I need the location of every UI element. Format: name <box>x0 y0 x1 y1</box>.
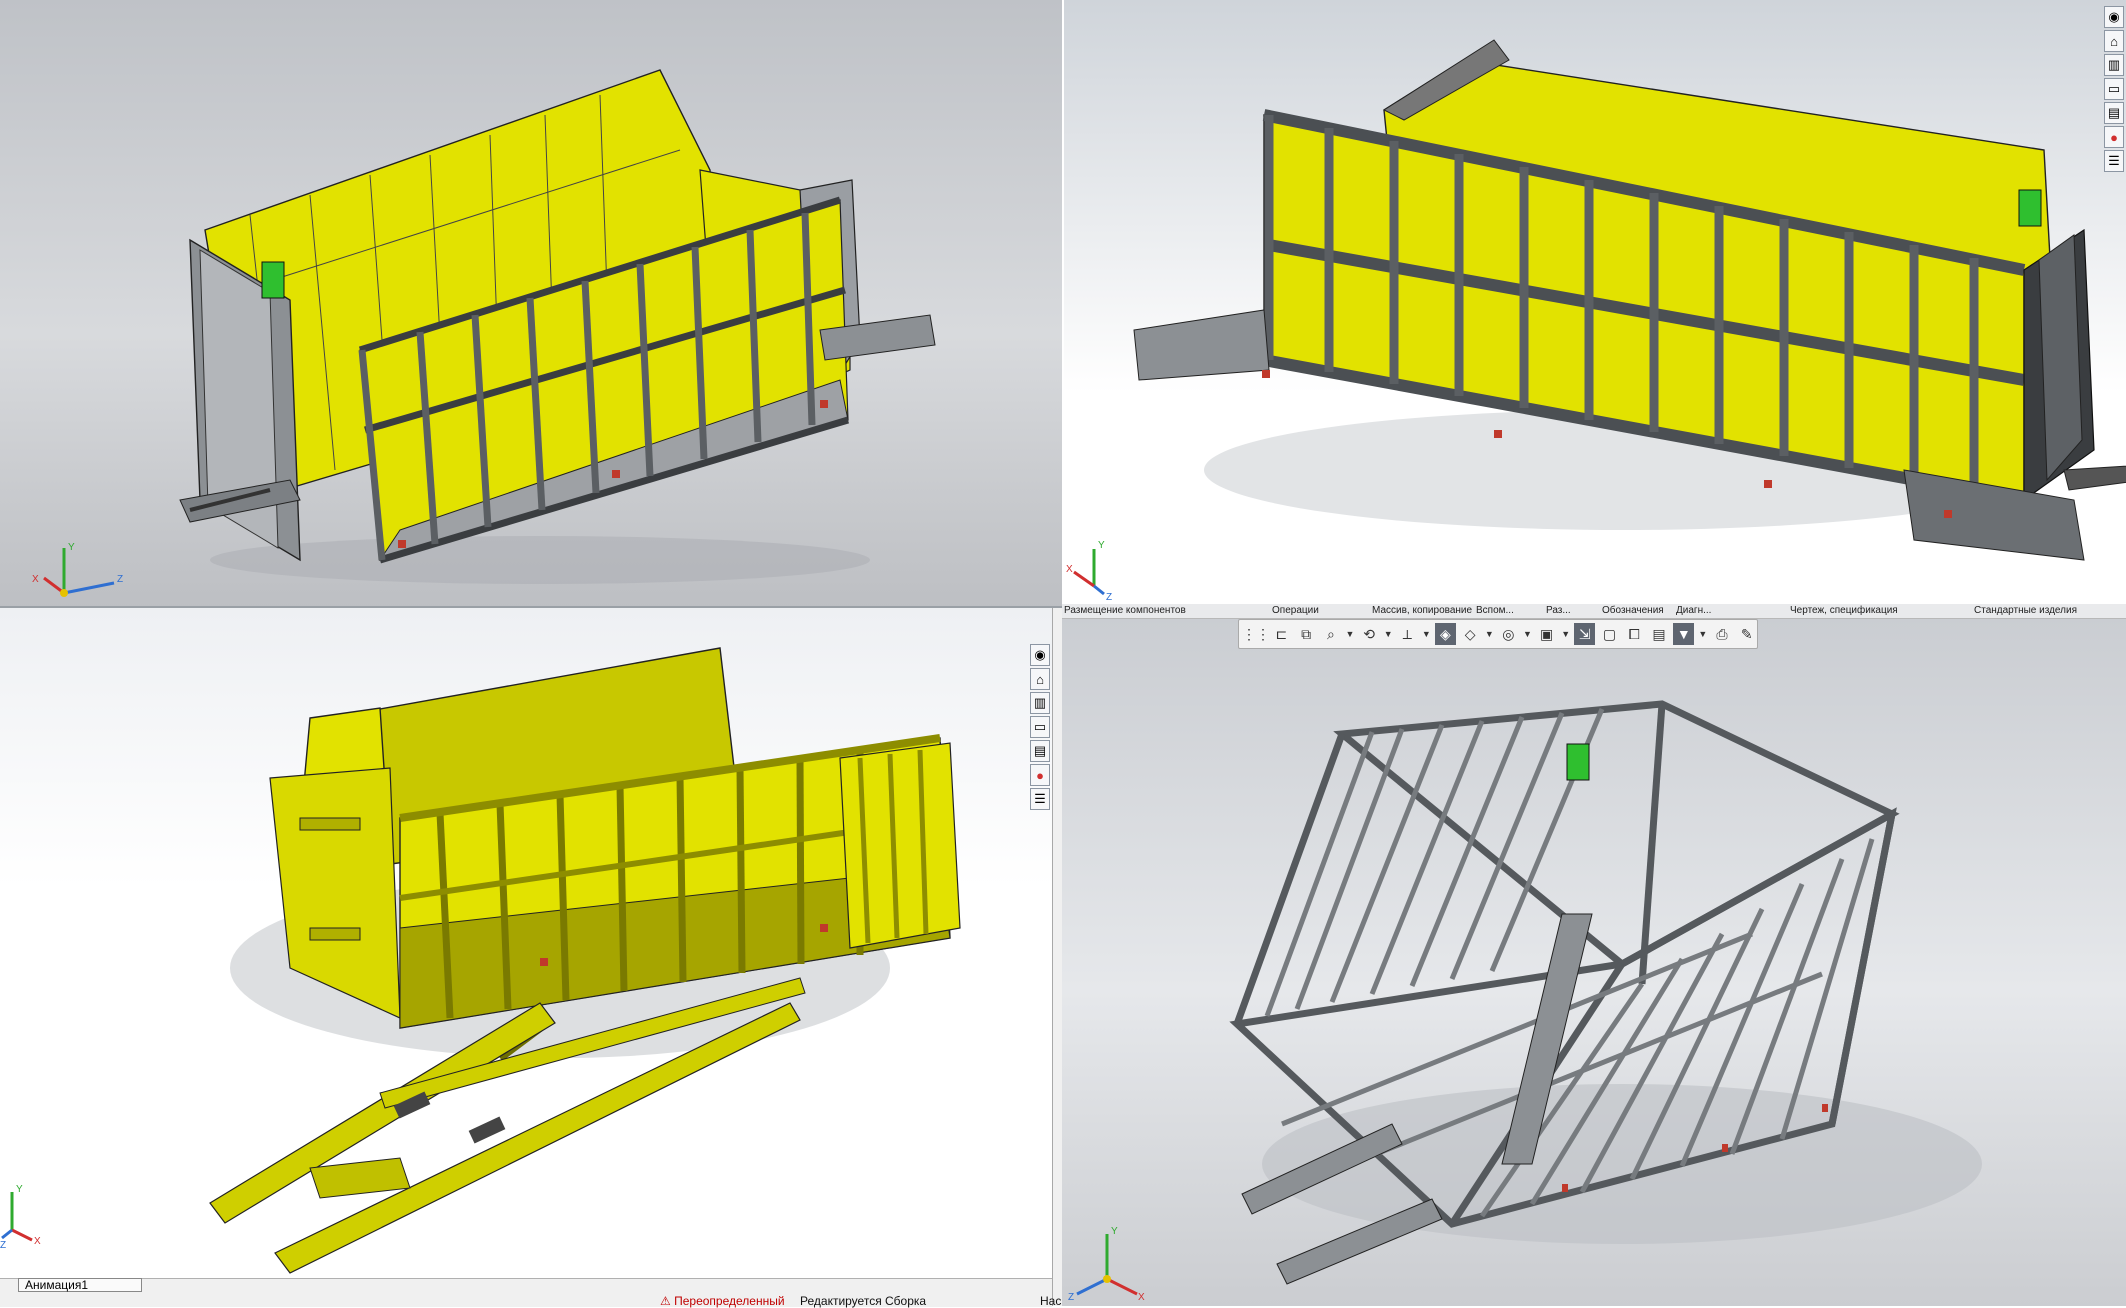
chevron-down-icon[interactable]: ▼ <box>1523 623 1532 645</box>
triad-z-label: Z <box>117 574 123 585</box>
folder-icon[interactable]: ▭ <box>1030 716 1050 738</box>
home-icon[interactable]: ⌂ <box>2104 30 2124 52</box>
folder-icon[interactable]: ▭ <box>2104 78 2124 100</box>
dump-body-frame-wireframe[interactable] <box>1062 604 2126 1306</box>
task-pane: ◉ ⌂ ▥ ▭ ▤ ● ☰ <box>2104 6 2124 172</box>
triad-y-label: Y <box>1111 1226 1118 1237</box>
tab-features[interactable]: Операции <box>1272 605 1319 616</box>
tab-diagnostics[interactable]: Диагн... <box>1676 605 1711 616</box>
coordinate-triad: Y X Z <box>0 1184 41 1250</box>
heads-up-view-toolbar: ⋮⋮ ⊏ ⧉ ⌕ ▼ ⟲ ▼ ⟂ ▼ ◈ ◇ ▼ ◎ ▼ ▣ ▼ ⇲ ▢ ⧠ ▤… <box>1238 619 1758 649</box>
globe-icon[interactable]: ◉ <box>1030 644 1050 666</box>
grid-icon[interactable]: ⋮⋮ <box>1242 623 1270 645</box>
chevron-down-icon[interactable]: ▼ <box>1698 623 1707 645</box>
window-icon[interactable]: ▢ <box>1599 623 1620 645</box>
tab-auxiliary[interactable]: Вспом... <box>1476 605 1514 616</box>
color-wheel-icon[interactable]: ● <box>2104 126 2124 148</box>
home-icon[interactable]: ⌂ <box>1030 668 1050 690</box>
viewport-bottom-left[interactable]: ◉ ⌂ ▥ ▭ ▤ ● ☰ Y X Z <box>0 608 1052 1306</box>
appearance-icon[interactable]: ▣ <box>1536 623 1557 645</box>
display-style-icon[interactable]: ◇ <box>1460 623 1481 645</box>
assembly-icon[interactable]: ⧉ <box>1296 623 1317 645</box>
tab-component-placement[interactable]: Размещение компонентов <box>1064 605 1186 616</box>
triad-z-label: Z <box>1068 1292 1074 1303</box>
chevron-down-icon[interactable]: ▼ <box>1383 623 1393 645</box>
library-icon[interactable]: ▥ <box>2104 54 2124 76</box>
triad-y-label: Y <box>68 542 75 553</box>
list-icon[interactable]: ☰ <box>2104 150 2124 172</box>
dump-body-model-tipped[interactable] <box>0 608 1052 1306</box>
command-manager-tabs: Размещение компонентов Операции Массив, … <box>1062 604 2126 619</box>
viewport-bottom-right[interactable]: Y X Z <box>1062 604 2126 1306</box>
section-icon[interactable]: ⟂ <box>1397 623 1418 645</box>
coordinate-triad: Y Z X <box>32 542 123 597</box>
scene-icon[interactable]: ▤ <box>1649 623 1670 645</box>
list-icon[interactable]: ☰ <box>1030 788 1050 810</box>
dump-body-model-side[interactable] <box>1064 0 2126 604</box>
triad-y-label: Y <box>16 1184 23 1195</box>
triad-x-label: X <box>32 574 39 585</box>
scale-icon[interactable]: ⇲ <box>1574 623 1596 645</box>
triad-x-label: X <box>34 1236 41 1247</box>
zoom-icon[interactable]: ⌕ <box>1321 623 1342 645</box>
chevron-down-icon[interactable]: ▼ <box>1422 623 1431 645</box>
coordinate-triad: Y X Z <box>1068 1226 1145 1303</box>
chevron-down-icon[interactable]: ▼ <box>1485 623 1494 645</box>
print-icon[interactable]: ⎙ <box>1712 623 1733 645</box>
triad-x-label: X <box>1066 564 1073 575</box>
hide-show-icon[interactable]: ◎ <box>1498 623 1519 645</box>
globe-icon[interactable]: ◉ <box>2104 6 2124 28</box>
tab-annotations[interactable]: Обозначения <box>1602 605 1664 616</box>
filter-icon[interactable]: ▼ <box>1673 623 1695 645</box>
coordinate-triad: Y X Z <box>1066 540 1112 603</box>
chevron-down-icon[interactable]: ▼ <box>1561 623 1570 645</box>
triad-y-label: Y <box>1098 540 1105 551</box>
palette-icon[interactable]: ▤ <box>2104 102 2124 124</box>
tab-dimensions[interactable]: Раз... <box>1546 605 1571 616</box>
rotate-icon[interactable]: ⟲ <box>1359 623 1380 645</box>
view-orient-icon[interactable]: ◈ <box>1435 623 1456 645</box>
triad-z-label: Z <box>1106 592 1112 603</box>
tab-standard-parts[interactable]: Стандартные изделия <box>1974 605 2077 616</box>
triad-z-label: Z <box>0 1240 6 1250</box>
palette-icon[interactable]: ▤ <box>1030 740 1050 762</box>
tab-pattern-copy[interactable]: Массив, копирование <box>1372 605 1472 616</box>
viewport-top-left[interactable]: Y Z X <box>0 0 1062 608</box>
dump-body-model-open[interactable] <box>0 0 1062 608</box>
copy-view-icon[interactable]: ⧠ <box>1624 623 1645 645</box>
color-wheel-icon[interactable]: ● <box>1030 764 1050 786</box>
chevron-down-icon[interactable]: ▼ <box>1345 623 1355 645</box>
task-pane: ◉ ⌂ ▥ ▭ ▤ ● ☰ <box>1030 644 1050 810</box>
library-icon[interactable]: ▥ <box>1030 692 1050 714</box>
sketch-icon[interactable]: ⊏ <box>1271 623 1292 645</box>
viewport-top-right[interactable]: ◉ ⌂ ▥ ▭ ▤ ● ☰ Y X Z <box>1064 0 2126 604</box>
pencil-icon[interactable]: ✎ <box>1736 623 1757 645</box>
tab-drawing-bom[interactable]: Чертеж, спецификация <box>1790 605 1898 616</box>
animation-tab[interactable]: Анимация1 <box>18 1278 142 1292</box>
triad-x-label: X <box>1138 1292 1145 1303</box>
